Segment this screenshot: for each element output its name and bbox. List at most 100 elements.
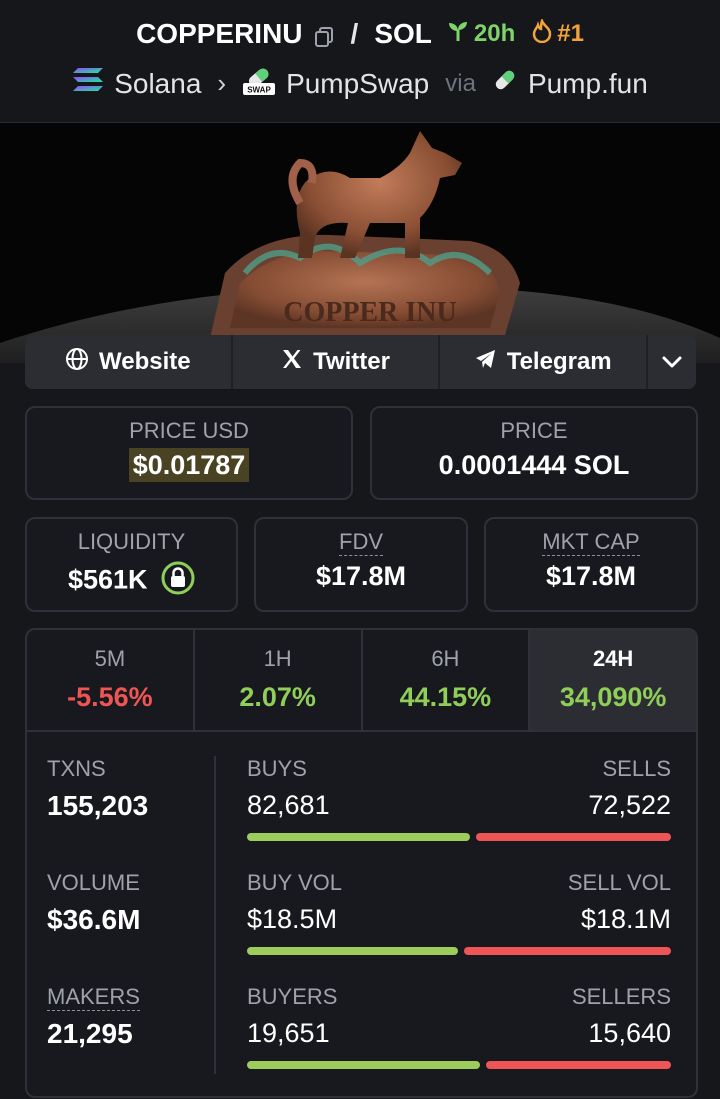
more-links-button[interactable]	[648, 335, 696, 389]
sellers-bar-fill	[486, 1061, 671, 1069]
market-cap-label[interactable]: MKT CAP	[542, 529, 640, 556]
sells-label: SELLS	[602, 756, 672, 781]
buys-sells-stat: BUYS SELLS 82,681 72,522	[247, 756, 671, 841]
sellers-value: 15,640	[588, 1018, 671, 1048]
makers-stat: MAKERS 21,295	[47, 984, 140, 1050]
buys-value: 82,681	[247, 790, 330, 820]
chevron-right-icon: ›	[217, 68, 227, 98]
trending-rank[interactable]: #1	[531, 16, 584, 50]
makers-bar	[247, 1061, 671, 1069]
liquidity-label: LIQUIDITY	[77, 529, 186, 554]
statue-engraving: COPPER INU	[283, 297, 456, 328]
tab-5m[interactable]: 5M -5.56%	[27, 630, 195, 730]
via-label: via	[445, 69, 476, 97]
tab-24h-change: 34,090%	[559, 682, 667, 712]
fdv-card: FDV $17.8M	[254, 517, 468, 612]
price-usd-label: PRICE USD	[129, 418, 249, 443]
txns-stat: TXNS 155,203	[47, 756, 148, 822]
tab-6h-label: 6H	[431, 646, 460, 671]
liquidity-value: $561K	[67, 564, 148, 595]
makers-value: 21,295	[47, 1018, 133, 1049]
tab-5m-change: -5.56%	[67, 682, 153, 712]
website-label: Website	[99, 348, 191, 375]
quote-symbol: SOL	[374, 18, 432, 49]
pair-title: COPPERINU / SOL 20h #1	[0, 16, 720, 50]
age-text: 20h	[473, 20, 516, 47]
pumpfun-icon	[492, 67, 518, 100]
buys-sells-bar	[247, 833, 671, 841]
buy-vol-bar-fill	[247, 947, 458, 955]
txns-label: TXNS	[47, 756, 106, 781]
pumpswap-icon: SWAP	[242, 64, 276, 103]
tab-1h-label: 1H	[263, 646, 292, 671]
telegram-icon	[475, 348, 497, 377]
flame-icon	[531, 16, 553, 50]
telegram-label: Telegram	[506, 348, 612, 375]
social-links-bar: Website Twitter Telegram	[25, 335, 696, 389]
buy-vol-value: $18.5M	[247, 904, 338, 934]
tab-24h-label: 24H	[592, 646, 634, 671]
price-usd-value: $0.01787	[128, 448, 250, 482]
txns-value: 155,203	[47, 790, 149, 821]
fdv-label[interactable]: FDV	[339, 529, 383, 556]
buyers-sellers-stat: BUYERS SELLERS 19,651 15,640	[247, 984, 671, 1069]
price-native-value: 0.0001444 SOL	[438, 450, 630, 480]
price-native-card: PRICE 0.0001444 SOL	[370, 406, 698, 500]
sprout-icon	[446, 19, 470, 50]
volume-stat: VOLUME $36.6M	[47, 870, 140, 936]
volume-label: VOLUME	[47, 870, 140, 895]
buyers-label: BUYERS	[247, 984, 338, 1009]
twitter-label: Twitter	[313, 348, 390, 375]
buy-sell-volume-stat: BUY VOL SELL VOL $18.5M $18.1M	[247, 870, 671, 955]
market-cap-card: MKT CAP $17.8M	[484, 517, 698, 612]
token-banner-image: COPPER INU	[0, 123, 720, 363]
launchpad-link[interactable]: Pump.fun	[528, 68, 648, 100]
twitter-button[interactable]: Twitter	[232, 335, 441, 389]
swap-badge-text: SWAP	[247, 86, 271, 95]
buyers-bar-fill	[247, 1061, 480, 1069]
volume-value: $36.6M	[47, 904, 141, 935]
volume-bar	[247, 947, 671, 955]
buyers-value: 19,651	[247, 1018, 330, 1048]
pair-separator: /	[350, 18, 359, 49]
dex-link[interactable]: PumpSwap	[286, 68, 429, 100]
lock-icon[interactable]	[161, 561, 195, 602]
x-logo-icon	[281, 348, 303, 377]
rank-text: #1	[557, 20, 584, 47]
sell-vol-label: SELL VOL	[567, 870, 671, 895]
tab-5m-label: 5M	[94, 646, 126, 671]
tab-6h-change: 44.15%	[399, 682, 492, 712]
makers-label[interactable]: MAKERS	[47, 984, 140, 1011]
tab-1h[interactable]: 1H 2.07%	[195, 630, 363, 730]
solana-icon	[72, 67, 104, 100]
stats-divider	[214, 756, 216, 1074]
price-usd-card: PRICE USD $0.01787	[25, 406, 353, 500]
timeframe-tabs: 5M -5.56% 1H 2.07% 6H 44.15% 24H 34,090%	[27, 630, 696, 732]
trading-stats-panel: 5M -5.56% 1H 2.07% 6H 44.15% 24H 34,090%…	[25, 628, 698, 1098]
sells-bar-fill	[476, 833, 671, 841]
sellers-label: SELLERS	[571, 984, 671, 1009]
sell-vol-bar-fill	[464, 947, 671, 955]
telegram-button[interactable]: Telegram	[440, 335, 649, 389]
chain-link[interactable]: Solana	[114, 68, 201, 100]
tab-1h-change: 2.07%	[239, 682, 316, 712]
buys-label: BUYS	[247, 756, 307, 781]
token-symbol: COPPERINU	[136, 18, 303, 49]
chain-breadcrumb: Solana › SWAP PumpSwap via Pump.fun	[0, 64, 720, 103]
fdv-value: $17.8M	[315, 561, 407, 591]
liquidity-card: LIQUIDITY $561K	[25, 517, 238, 612]
pair-age: 20h	[446, 19, 515, 50]
sells-value: 72,522	[588, 790, 671, 820]
buys-bar-fill	[247, 833, 470, 841]
market-cap-value: $17.8M	[545, 561, 637, 591]
pair-header: COPPERINU / SOL 20h #1 Solana › SWAP Pum…	[0, 0, 720, 123]
chevron-down-icon	[661, 348, 683, 376]
globe-icon	[65, 347, 89, 378]
tab-6h[interactable]: 6H 44.15%	[363, 630, 531, 730]
copy-icon[interactable]	[313, 23, 335, 47]
price-native-label: PRICE	[500, 418, 568, 443]
website-button[interactable]: Website	[25, 335, 233, 389]
buy-vol-label: BUY VOL	[247, 870, 342, 895]
tab-24h[interactable]: 24H 34,090%	[530, 630, 696, 730]
sell-vol-value: $18.1M	[580, 904, 671, 934]
